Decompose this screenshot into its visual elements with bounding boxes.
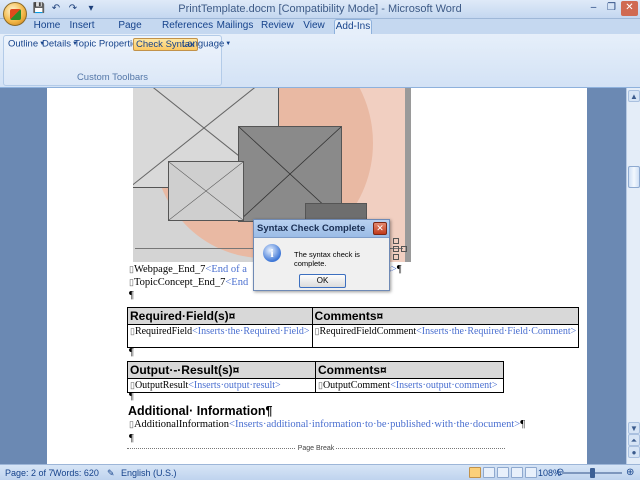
group-label: Custom Toolbars (76, 72, 149, 83)
zoom-in-icon[interactable]: ⊕ (626, 467, 634, 479)
anchor-icon (401, 246, 407, 252)
output-results-table: Output·-·Result(s)¤ Comments¤ ▯OutputRes… (127, 361, 504, 393)
required-field-name: RequiredField (134, 326, 193, 337)
web-layout-view-icon[interactable] (497, 467, 509, 478)
image-placeholder-3 (168, 161, 244, 221)
pilcrow: ¶ (129, 433, 134, 444)
print-layout-view-icon[interactable] (469, 467, 481, 478)
tab-page-layout[interactable]: Page Layout (106, 19, 154, 45)
additional-information-tag: <Inserts·additional·information·to·be·pu… (229, 419, 521, 430)
scroll-thumb[interactable] (628, 166, 640, 188)
office-logo-icon (10, 9, 21, 20)
office-button[interactable] (3, 2, 27, 26)
output-results-header: Output·-·Result(s)¤ (127, 361, 316, 379)
previous-page-icon[interactable]: ⏶ (628, 434, 640, 446)
full-screen-reading-view-icon[interactable] (483, 467, 495, 478)
anchor-icon (393, 246, 399, 252)
tab-home[interactable]: Home (33, 19, 61, 34)
custom-toolbars-group: Outline▼ Details▼ Topic Properties▼ Chec… (3, 35, 231, 86)
pilcrow: ¶ (129, 391, 134, 402)
output-result-tag: <Inserts·output·result> (188, 380, 281, 391)
dialog-message: The syntax check is complete. (294, 250, 360, 268)
additional-information-line: ▯AdditionalInformation<Inserts·additiona… (129, 419, 525, 430)
topic-concept-end-tag: <End (225, 277, 249, 288)
anchor-icon (393, 238, 399, 244)
scroll-up-icon[interactable]: ▲ (628, 90, 640, 102)
language-label: Language (182, 38, 225, 50)
output-result-cell[interactable]: ▯OutputResult<Inserts·output·result> (127, 378, 316, 393)
details-label: Details (42, 38, 72, 50)
tab-review[interactable]: Review (261, 19, 294, 34)
info-icon: i (263, 244, 281, 262)
page-break-label: Page Break (295, 445, 337, 452)
tab-mailings[interactable]: Mailings (216, 19, 254, 34)
language-indicator[interactable]: English (U.S.) (121, 467, 177, 479)
output-result-name: OutputResult (134, 380, 189, 391)
anchor-icon (393, 254, 399, 260)
topic-concept-end-field[interactable]: TopicConcept_End_7 (134, 277, 225, 288)
proofing-icon[interactable]: ✎ (107, 467, 117, 479)
language-button[interactable]: Language▼ (180, 38, 233, 51)
required-fields-table: Required·Field(s)¤ Comments¤ ▯RequiredFi… (127, 307, 580, 348)
required-comment-tag: <Inserts·the·Required·Field·Comment> (416, 326, 577, 337)
vertical-scrollbar[interactable]: ▲ ▼ ⏶ ● (626, 88, 640, 464)
tab-references[interactable]: References (162, 19, 213, 34)
outline-view-icon[interactable] (511, 467, 523, 478)
syntax-check-dialog: Syntax Check Complete ✕ i The syntax che… (253, 219, 390, 291)
ok-button[interactable]: OK (299, 274, 346, 288)
dialog-title: Syntax Check Complete (254, 220, 389, 238)
output-comments-header: Comments¤ (315, 361, 504, 379)
tab-view[interactable]: View (301, 19, 327, 34)
required-comment-cell[interactable]: ▯RequiredFieldComment<Inserts·the·Requir… (311, 324, 580, 348)
tab-add-ins[interactable]: Add-Ins (334, 19, 372, 34)
required-field-tag: <Inserts·the·Required·Field> (192, 326, 310, 337)
required-comment-name: RequiredFieldComment (319, 326, 417, 337)
minimize-button[interactable]: – (585, 1, 602, 16)
page-count[interactable]: Page: 2 of 7 (5, 467, 54, 479)
ribbon: Outline▼ Details▼ Topic Properties▼ Chec… (0, 34, 640, 88)
additional-information-field[interactable]: AdditionalInformation (134, 419, 229, 430)
ribbon-tabs: Home Insert Page Layout References Maili… (0, 19, 640, 45)
word-count[interactable]: Words: 620 (53, 467, 99, 479)
additional-information-heading: Additional· Information¶ (128, 404, 273, 418)
webpage-end-tag: <End of a (205, 264, 247, 275)
window-title: PrintTemplate.docm [Compatibility Mode] … (178, 3, 462, 15)
status-bar: Page: 2 of 7 Words: 620 ✎ English (U.S.)… (0, 464, 640, 480)
zoom-slider-thumb[interactable] (590, 468, 595, 478)
required-comments-header: Comments¤ (311, 307, 580, 325)
chevron-down-icon: ▼ (225, 41, 232, 47)
restore-button[interactable]: ❐ (603, 1, 620, 16)
webpage-end-field[interactable]: Webpage_End_7 (134, 264, 205, 275)
select-browse-object-icon[interactable]: ● (628, 446, 640, 458)
required-fields-header: Required·Field(s)¤ (127, 307, 313, 325)
tab-insert[interactable]: Insert (67, 19, 97, 34)
output-comment-cell[interactable]: ▯OutputComment<Inserts·output·comment> (315, 378, 504, 393)
pilcrow: ¶ (129, 290, 134, 301)
topic-properties-label: Topic Properties (74, 38, 143, 50)
close-icon[interactable]: ✕ (373, 222, 387, 235)
scroll-down-icon[interactable]: ▼ (628, 422, 640, 434)
outline-label: Outline (8, 38, 39, 50)
output-comment-tag: <Inserts·output·comment> (390, 380, 498, 391)
close-button[interactable]: ✕ (621, 1, 638, 16)
topic-concept-end-line: ▯TopicConcept_End_7<End (129, 277, 248, 288)
title-bar: 💾 ↶ ↷ ▾ PrintTemplate.docm [Compatibilit… (0, 0, 640, 26)
output-comment-name: OutputComment (322, 380, 391, 391)
page-break: Page Break (127, 445, 505, 452)
required-field-cell[interactable]: ▯RequiredField<Inserts·the·Required·Fiel… (127, 324, 313, 348)
pilcrow: ¶ (129, 347, 134, 358)
draft-view-icon[interactable] (525, 467, 537, 478)
